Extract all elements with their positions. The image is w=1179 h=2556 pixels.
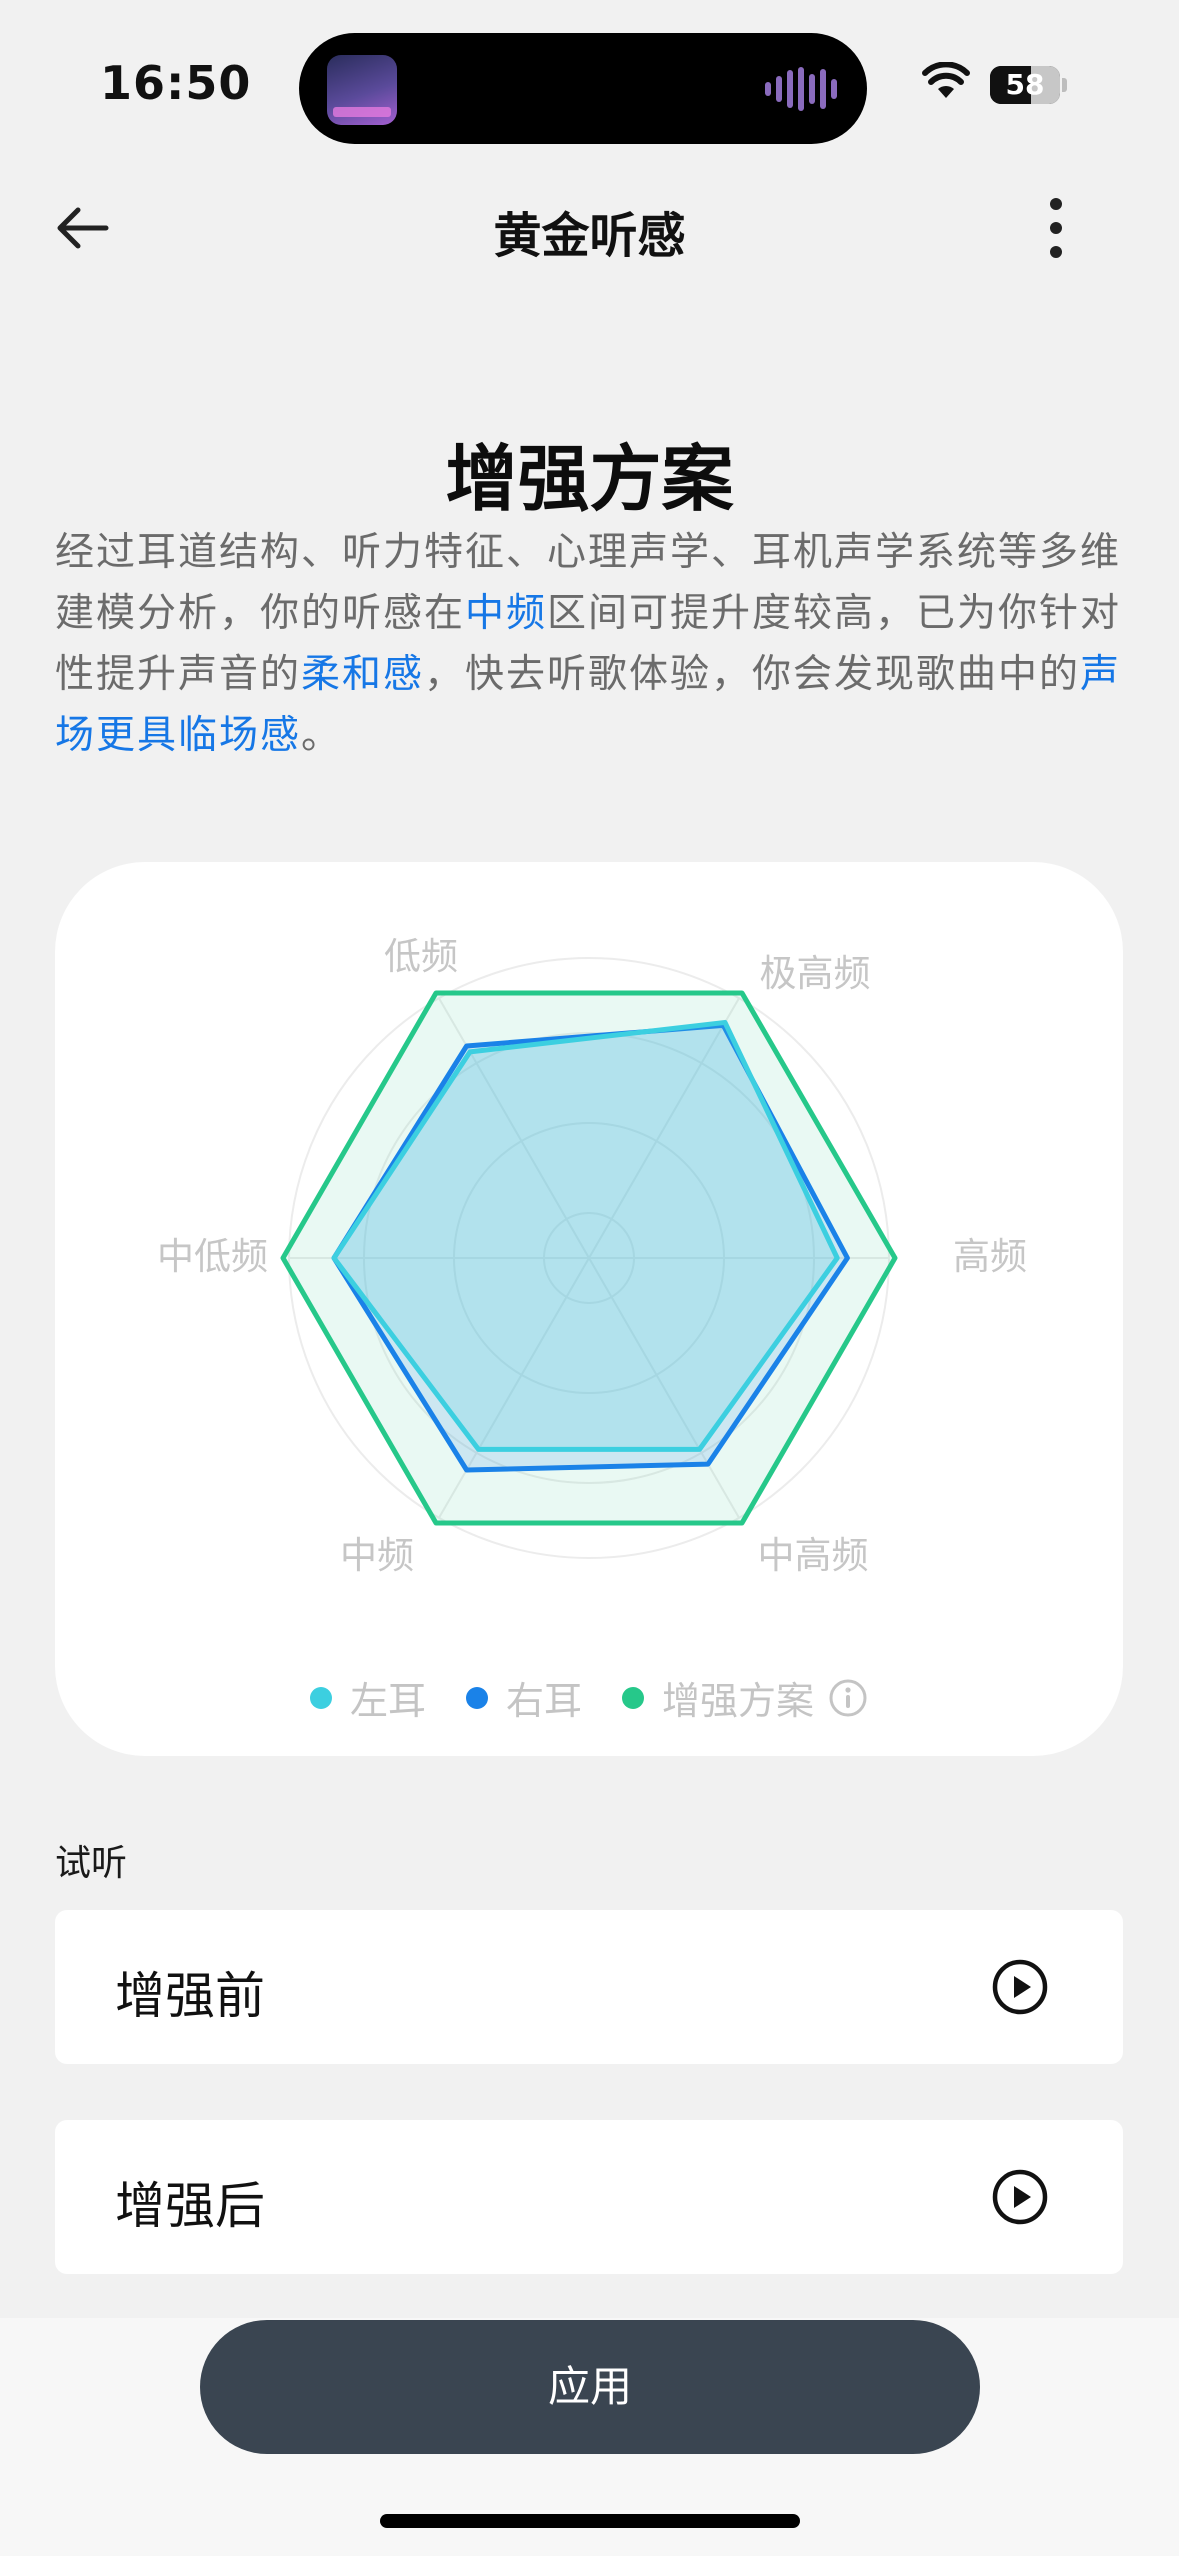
play-circle-icon[interactable] bbox=[991, 2168, 1049, 2226]
nav-bar: 黄金听感 bbox=[0, 170, 1179, 285]
play-circle-icon[interactable] bbox=[991, 1958, 1049, 2016]
status-time: 16:50 bbox=[100, 56, 252, 110]
axis-label: 中频 bbox=[340, 1534, 414, 1577]
audition-section-label: 试听 bbox=[55, 1843, 128, 1884]
audition-before-row[interactable]: 增强前 bbox=[55, 1910, 1123, 2064]
legend-item-enhanced: 增强方案 bbox=[622, 1670, 868, 1725]
status-bar: 16:50 58 bbox=[0, 0, 1179, 170]
legend-dot bbox=[622, 1686, 644, 1709]
battery-icon: 58 bbox=[990, 66, 1060, 104]
legend-dot bbox=[465, 1686, 488, 1709]
axis-label: 中高频 bbox=[758, 1534, 869, 1577]
highlight-mid-frequency: 中频 bbox=[465, 591, 548, 636]
description: 经过耳道结构、听力特征、心理声学、耳机声学系统等多维建模分析，你的听感在中频区间… bbox=[55, 522, 1130, 766]
legend-dot bbox=[309, 1686, 332, 1709]
radar-chart: 低频 极高频高频中高频 中频 中低频 bbox=[157, 935, 1027, 1577]
axis-label: 中低频 bbox=[157, 1235, 268, 1278]
description-text: ，快去听歌体验，你会发现歌曲中的 bbox=[424, 652, 1081, 697]
apply-button[interactable]: 应用 bbox=[200, 2320, 980, 2454]
axis-label: 高频 bbox=[953, 1235, 1027, 1278]
audio-waveform-icon bbox=[765, 67, 837, 111]
legend-label: 左耳 bbox=[349, 1679, 426, 1723]
battery-tip bbox=[1062, 78, 1067, 92]
home-indicator bbox=[380, 2514, 800, 2528]
dynamic-island[interactable] bbox=[299, 33, 867, 144]
legend-label: 增强方案 bbox=[662, 1679, 815, 1723]
audition-after-label: 增强后 bbox=[115, 2177, 265, 2235]
legend-label: 右耳 bbox=[505, 1679, 582, 1723]
now-playing-artwork bbox=[327, 55, 397, 125]
battery-level: 58 bbox=[1005, 68, 1045, 101]
wifi-icon bbox=[922, 62, 970, 98]
description-text: 。 bbox=[301, 713, 343, 758]
chart-legend: 左耳 右耳 增强方案 bbox=[55, 1670, 1123, 1725]
info-icon[interactable] bbox=[828, 1678, 868, 1718]
more-vertical-icon[interactable] bbox=[1040, 196, 1072, 260]
legend-item-left-ear: 左耳 bbox=[309, 1670, 426, 1725]
headline: 增强方案 bbox=[445, 437, 734, 521]
page-title: 黄金听感 bbox=[493, 208, 686, 264]
audition-before-label: 增强前 bbox=[115, 1967, 265, 2025]
legend-item-right-ear: 右耳 bbox=[465, 1670, 582, 1725]
radar-chart-card: 低频 极高频高频中高频 中频 中低频 左耳 右耳 增强方案 bbox=[55, 862, 1123, 1756]
highlight-softness: 柔和感 bbox=[301, 652, 425, 697]
axis-label: 低频 bbox=[384, 935, 458, 978]
axis-label: 极高频 bbox=[760, 952, 871, 995]
audition-after-row[interactable]: 增强后 bbox=[55, 2120, 1123, 2274]
